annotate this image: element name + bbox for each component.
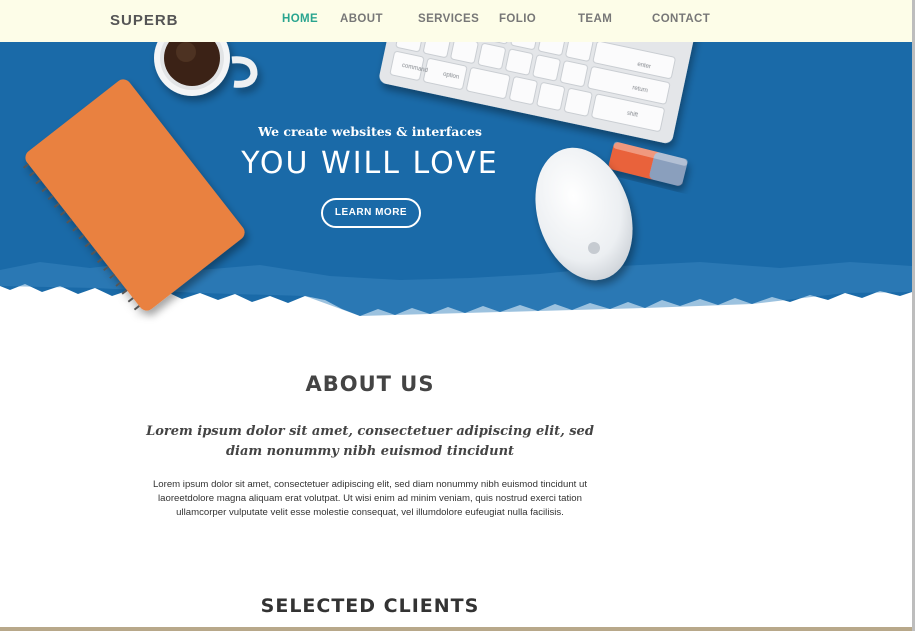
clients-title: SELECTED CLIENTS [260, 595, 480, 617]
about-title: ABOUT US [305, 372, 435, 396]
nav-team[interactable]: TEAM [578, 13, 612, 25]
hero-headline: YOU WILL LOVE [241, 146, 499, 181]
bottom-divider [0, 627, 912, 631]
nav-contact[interactable]: CONTACT [652, 13, 710, 25]
about-lead: Lorem ipsum dolor sit amet, consectetuer… [146, 424, 594, 459]
nav-folio[interactable]: FOLIO [499, 13, 536, 25]
learn-more-button[interactable]: LEARN MORE [321, 198, 421, 228]
nav-home[interactable]: HOME [282, 13, 318, 25]
top-navigation: SUPERB HOME ABOUT SERVICES FOLIO TEAM CO… [0, 0, 912, 42]
hero-section: M<>?commandoptionenterreturnshift We cre… [0, 0, 912, 330]
brand-logo[interactable]: SUPERB [110, 12, 179, 29]
hero-tagline: We create websites & interfaces [258, 124, 482, 139]
about-body: Lorem ipsum dolor sit amet, consectetuer… [152, 479, 588, 518]
nav-services[interactable]: SERVICES [418, 13, 479, 25]
nav-about[interactable]: ABOUT [340, 13, 383, 25]
